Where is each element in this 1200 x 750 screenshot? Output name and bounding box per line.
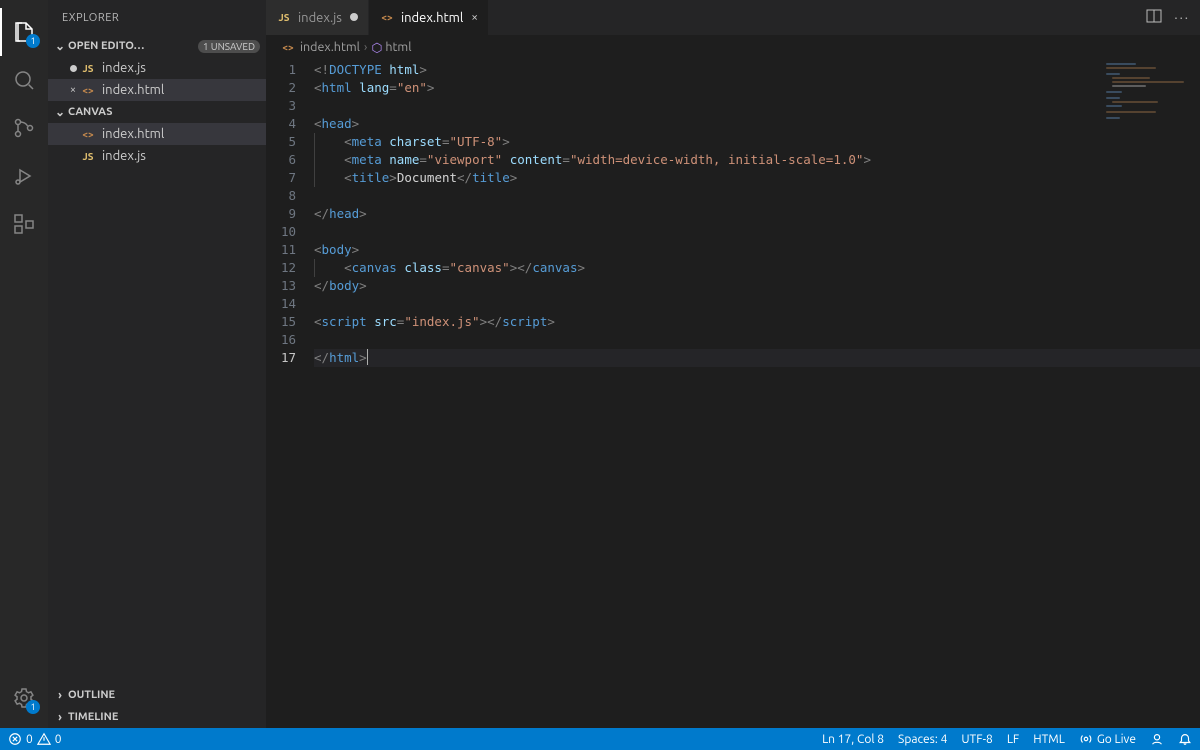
status-encoding[interactable]: UTF-8 [961,733,992,746]
js-file-icon: JS [80,60,96,76]
code-area[interactable]: <!DOCTYPE html><html lang="en"><head> <m… [314,59,1200,728]
activity-run-debug-icon[interactable] [0,152,48,200]
file-tree-item[interactable]: JS index.js [48,145,266,167]
html-file-icon: <> [379,10,395,26]
status-cursor[interactable]: Ln 17, Col 8 [822,733,884,746]
symbol-icon: ⬡ [371,40,382,55]
settings-badge: 1 [26,700,40,714]
chevron-right-icon: › [52,711,68,724]
tab-label: index.js [298,11,342,25]
sidebar: EXPLORER ⌄ OPEN EDITO… 1 UNSAVED JS index… [48,0,266,728]
breadcrumb-separator-icon: › [364,40,368,54]
sidebar-title: EXPLORER [48,0,266,35]
js-file-icon: JS [276,10,292,26]
section-timeline[interactable]: › TIMELINE [48,706,266,728]
breadcrumb-file: index.html [300,40,360,54]
chevron-down-icon: ⌄ [52,105,68,119]
js-file-icon: JS [80,148,96,164]
section-outline[interactable]: › OUTLINE [48,684,266,706]
open-editor-label: index.html [102,83,164,97]
dirty-indicator-icon [66,65,80,72]
status-feedback-icon[interactable] [1150,732,1164,746]
tabs-row: JS index.js <> index.html × ··· [266,0,1200,35]
section-timeline-label: TIMELINE [68,711,266,723]
tab-label: index.html [401,11,463,25]
open-editor-label: index.js [102,61,146,75]
text-cursor [367,349,368,365]
breadcrumbs[interactable]: <> index.html › ⬡ html [266,35,1200,59]
activity-bar: 1 1 [0,0,48,728]
status-errors: 0 [26,733,33,746]
status-language[interactable]: HTML [1033,733,1065,746]
activity-search-icon[interactable] [0,56,48,104]
editor-group: JSindex.js<>index.html× ··· <> index.htm… [266,0,1200,728]
more-actions-icon[interactable]: ··· [1174,11,1190,25]
status-bell-icon[interactable] [1178,732,1192,746]
line-gutter: 1234567891011121314151617 [266,59,314,728]
breadcrumb-symbol: html [385,40,411,54]
close-icon[interactable]: × [66,84,80,96]
status-problems[interactable]: 0 0 [8,732,62,746]
activity-extensions-icon[interactable] [0,200,48,248]
status-warnings: 0 [55,733,62,746]
status-spaces[interactable]: Spaces: 4 [898,733,947,746]
section-workspace-label: CANVAS [68,106,266,118]
status-eol[interactable]: LF [1007,733,1019,746]
activity-explorer-icon[interactable]: 1 [0,8,48,56]
chevron-right-icon: › [52,689,68,702]
split-editor-icon[interactable] [1146,8,1162,27]
html-file-icon: <> [280,39,296,55]
section-open-editors-label: OPEN EDITO… [68,40,198,52]
html-file-icon: <> [80,126,96,142]
tab-active[interactable]: <> index.html × [369,0,489,35]
status-golive[interactable]: Go Live [1079,732,1136,746]
file-tree-item[interactable]: <> index.html [48,123,266,145]
status-bar: 0 0 Ln 17, Col 8 Spaces: 4 UTF-8 LF HTML… [0,728,1200,750]
open-editor-item[interactable]: JS index.js [48,57,266,79]
open-editor-item[interactable]: ×<> index.html [48,79,266,101]
activity-settings-icon[interactable]: 1 [0,674,48,722]
section-open-editors[interactable]: ⌄ OPEN EDITO… 1 UNSAVED [48,35,266,57]
tab[interactable]: JS index.js [266,0,369,35]
html-file-icon: <> [80,82,96,98]
activity-source-control-icon[interactable] [0,104,48,152]
file-tree-label: index.js [102,149,146,163]
section-workspace[interactable]: ⌄ CANVAS [48,101,266,123]
editor[interactable]: 1234567891011121314151617 <!DOCTYPE html… [266,59,1200,728]
file-tree-label: index.html [102,127,164,141]
close-tab-icon[interactable]: × [471,11,478,24]
dirty-indicator-icon [350,11,358,24]
section-outline-label: OUTLINE [68,689,266,701]
unsaved-pill: 1 UNSAVED [198,40,260,53]
chevron-down-icon: ⌄ [52,39,68,53]
explorer-badge: 1 [26,34,40,48]
